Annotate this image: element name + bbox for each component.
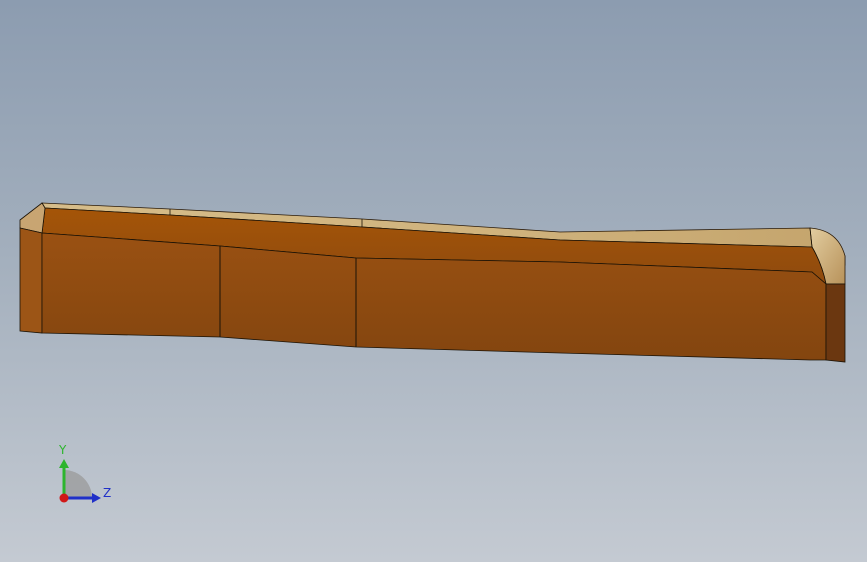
triad-plane-quadrant [64, 470, 92, 498]
part-model[interactable] [0, 0, 867, 562]
triad-z-arrow-icon [92, 493, 101, 503]
triad-x-axis-dot-icon [59, 493, 69, 503]
graphics-viewport[interactable]: Y Z [0, 0, 867, 562]
triad-y-arrow-icon [59, 459, 69, 468]
right-end-face[interactable] [825, 283, 846, 363]
triad-z-label: Z [103, 486, 111, 500]
triad-y-label: Y [58, 443, 67, 457]
left-end-face[interactable] [19, 227, 43, 334]
orientation-triad[interactable]: Y Z [44, 440, 124, 512]
